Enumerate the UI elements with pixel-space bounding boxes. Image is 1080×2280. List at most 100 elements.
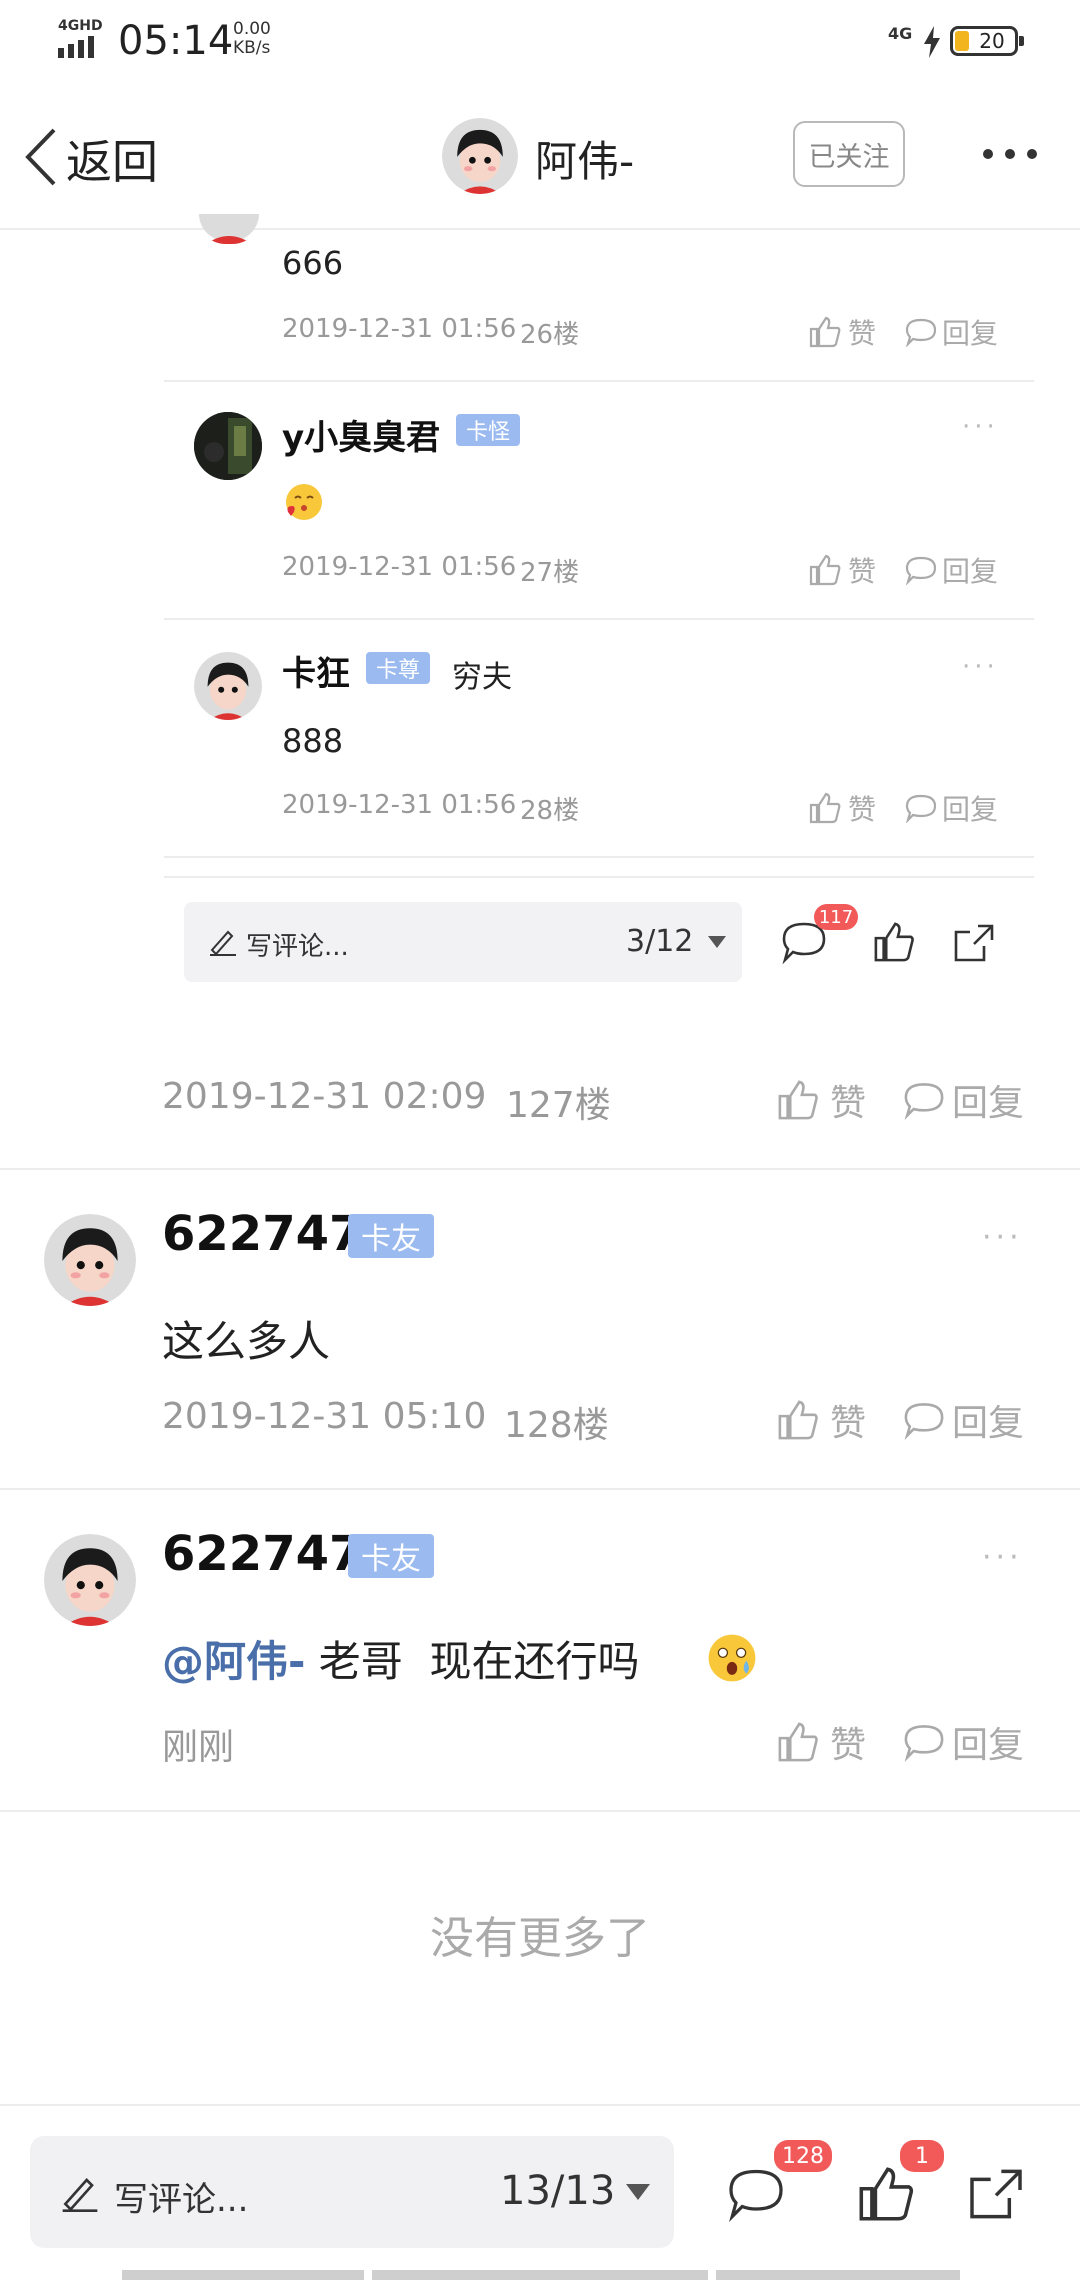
thumbs-up-icon[interactable]	[872, 920, 916, 964]
like-button[interactable]: 赞	[776, 1394, 866, 1446]
user-avatar[interactable]	[194, 652, 262, 720]
thumbs-up-icon	[778, 1722, 818, 1762]
like-label: 赞	[830, 1083, 867, 1124]
nav-bar-segment[interactable]	[716, 2270, 960, 2280]
status-bar: 4GHD 05:14 0.00 KB/s 4G 20	[0, 0, 1080, 84]
share-icon[interactable]	[952, 922, 996, 964]
reply-label: 回复	[952, 1083, 1025, 1124]
avatar-photo-icon	[194, 412, 262, 480]
reply-button[interactable]: 回复	[902, 1716, 1024, 1768]
sub-reply-floor: 26楼	[520, 320, 580, 350]
signal-icon	[58, 36, 94, 58]
like-button[interactable]: 赞	[808, 550, 876, 590]
thumbs-up-icon	[809, 554, 841, 586]
follow-button[interactable]: 已关注	[793, 121, 905, 187]
back-button[interactable]: 返回	[66, 126, 158, 192]
more-icon[interactable]: ···	[982, 1220, 1023, 1255]
clock: 05:14	[118, 18, 234, 64]
nickname[interactable]: 卡狂	[282, 646, 350, 695]
nickname[interactable]: y小臭臭君	[282, 410, 440, 459]
shocked-emoji-icon	[708, 1634, 756, 1682]
divider	[0, 1168, 1080, 1170]
reply-button[interactable]: 回复	[904, 312, 998, 352]
post-time: 2019-12-31 05:10	[162, 1396, 487, 1437]
avatar-icon	[44, 1214, 136, 1306]
share-icon[interactable]	[966, 2166, 1026, 2222]
reply-button[interactable]: 回复	[904, 550, 998, 590]
reply-label: 回复	[942, 793, 999, 826]
like-label: 赞	[830, 1403, 867, 1444]
nav-bar-segment[interactable]	[122, 2270, 364, 2280]
sub-reply-floor: 28楼	[520, 796, 580, 826]
user-avatar[interactable]	[44, 1534, 136, 1626]
thumbs-up-icon	[778, 1400, 818, 1440]
level-badge: 卡怪	[456, 414, 520, 446]
page-title[interactable]: 阿伟-	[535, 128, 634, 189]
divider	[0, 2104, 1080, 2106]
avatar-icon	[199, 214, 259, 244]
page-indicator[interactable]: 3/12	[626, 924, 693, 959]
back-arrow-icon[interactable]	[22, 126, 58, 188]
nav-bar-segment[interactable]	[372, 2270, 708, 2280]
more-icon[interactable]: ···	[962, 652, 999, 682]
like-label: 赞	[848, 555, 877, 588]
user-avatar[interactable]	[44, 1214, 136, 1306]
post-content: @阿伟- 老哥 现在还行吗	[162, 1628, 640, 1689]
comments-icon[interactable]	[726, 2166, 786, 2222]
user-avatar[interactable]	[194, 412, 262, 480]
pencil-icon	[210, 930, 236, 956]
reply-label: 回复	[952, 1403, 1025, 1444]
like-count-badge: 1	[900, 2140, 944, 2172]
sub-reply-content: 666	[282, 244, 344, 282]
level-badge: 卡友	[348, 1534, 434, 1578]
avatar-icon	[44, 1534, 136, 1626]
thumbs-up-icon	[809, 316, 841, 348]
thumbs-up-icon[interactable]	[856, 2164, 916, 2224]
mention-link[interactable]: @阿伟-	[162, 1637, 305, 1686]
reply-label: 回复	[942, 317, 999, 350]
avatar-icon	[194, 652, 262, 720]
post-floor: 127楼	[506, 1085, 611, 1126]
comment-count-badge: 117	[814, 904, 858, 930]
sub-comment-input[interactable]: 写评论... 3/12	[184, 902, 742, 982]
reply-label: 回复	[952, 1725, 1025, 1766]
reply-button[interactable]: 回复	[902, 1394, 1024, 1446]
caret-down-icon[interactable]	[626, 2184, 650, 2200]
post-time: 刚刚	[162, 1727, 235, 1768]
nickname[interactable]: 622747	[162, 1206, 362, 1262]
comment-icon	[904, 1083, 944, 1120]
more-icon[interactable]: ···	[962, 412, 999, 442]
like-button[interactable]: 赞	[776, 1074, 866, 1126]
thumbs-up-icon	[778, 1080, 818, 1120]
reply-button[interactable]: 回复	[904, 788, 998, 828]
like-button[interactable]: 赞	[776, 1716, 866, 1768]
kiss-emoji-icon	[286, 484, 322, 520]
author-avatar[interactable]	[442, 118, 518, 194]
divider	[0, 1810, 1080, 1812]
like-button[interactable]: 赞	[808, 788, 876, 828]
comment-placeholder: 写评论...	[114, 2180, 249, 2220]
battery-level: 20	[979, 29, 1005, 53]
post-text: 老哥 现在还行吗	[305, 1637, 640, 1686]
nickname[interactable]: 622747	[162, 1526, 362, 1582]
post-floor: 128楼	[504, 1405, 609, 1446]
reply-button[interactable]: 回复	[902, 1074, 1024, 1126]
user-title-tag: 穷夫	[452, 660, 512, 695]
network-type: 4GHD	[58, 18, 103, 34]
net-speed-unit: KB/s	[233, 38, 271, 58]
battery-indicator: 20	[950, 26, 1024, 56]
more-icon[interactable]: ···	[982, 1540, 1023, 1575]
like-button[interactable]: 赞	[808, 312, 876, 352]
sub-reply-time: 2019-12-31 01:56	[282, 790, 517, 820]
divider	[164, 876, 1034, 878]
divider	[164, 856, 1034, 858]
comment-input[interactable]: 写评论... 13/13	[30, 2136, 674, 2248]
more-options-icon[interactable]	[983, 144, 1037, 164]
caret-down-icon[interactable]	[708, 936, 726, 948]
cell-type: 4G	[888, 24, 913, 43]
partial-avatar	[196, 214, 262, 244]
net-speed: 0.00 KB/s	[233, 20, 271, 58]
thumbs-up-icon	[809, 792, 841, 824]
end-of-list-notice: 没有更多了	[430, 1913, 650, 1964]
page-indicator[interactable]: 13/13	[500, 2168, 615, 2214]
